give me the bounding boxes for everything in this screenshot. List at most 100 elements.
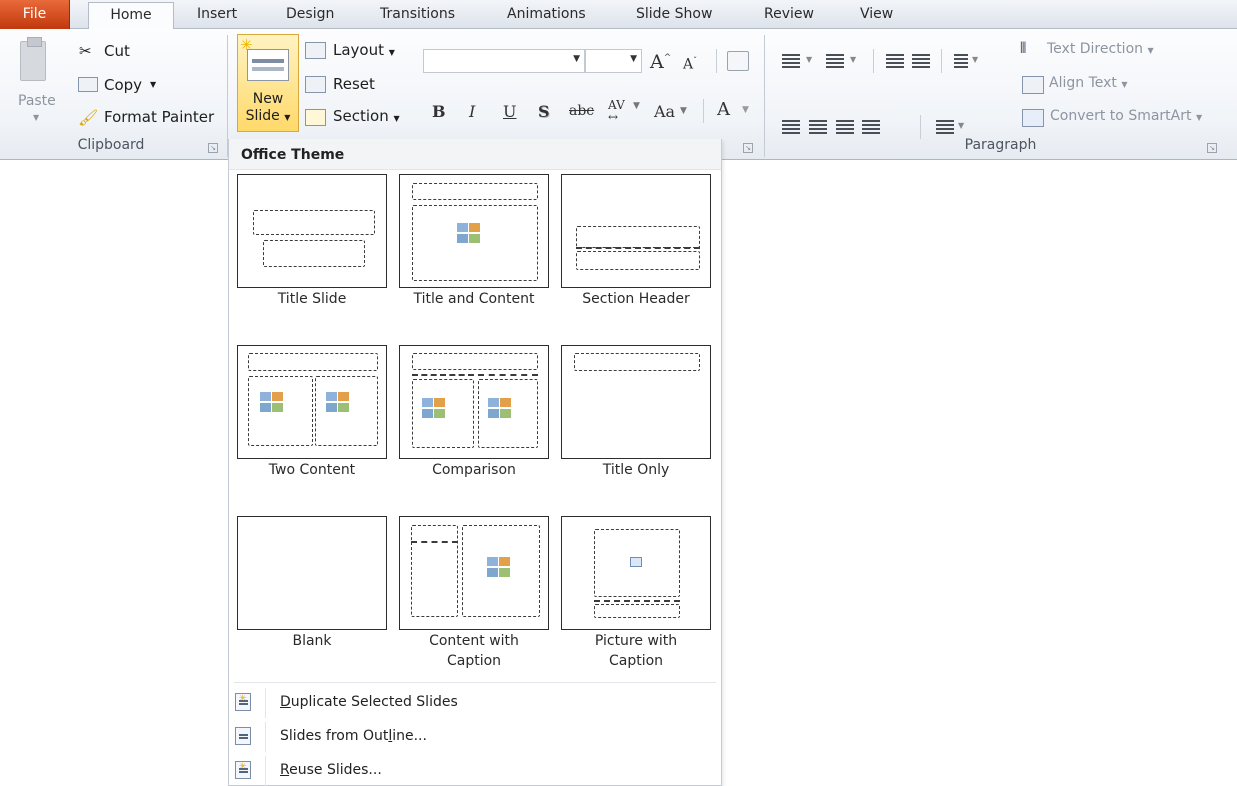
content-placeholder-icon	[326, 392, 352, 414]
layout-button[interactable]: Layout ▼	[333, 41, 395, 59]
shadow-button[interactable]: S	[538, 102, 550, 121]
font-color-dropdown-icon[interactable]: ▼	[742, 105, 749, 115]
increase-indent-icon[interactable]	[912, 54, 930, 68]
chevron-down-icon: ▼	[630, 54, 637, 64]
font-color-button[interactable]: A	[717, 99, 730, 120]
reset-button[interactable]: Reset	[333, 75, 375, 93]
menu-label: Slides from Outline...	[280, 728, 427, 744]
divider	[716, 49, 717, 73]
shrink-font-button[interactable]: Aˇ	[683, 56, 697, 73]
line-spacing-dropdown-icon[interactable]: ▼	[972, 55, 978, 64]
align-center-icon[interactable]	[809, 120, 827, 134]
new-slide-button[interactable]: ✳ New Slide ▼	[237, 34, 299, 132]
layout-thumbnail	[399, 345, 549, 459]
layout-label: Content with	[429, 633, 519, 649]
numbering-icon[interactable]	[826, 54, 844, 68]
new-slide-label-line2: Slide ▼	[245, 108, 291, 124]
menu-divider	[265, 722, 266, 752]
menu-divider	[265, 756, 266, 786]
text-direction-button[interactable]: Text Direction ▼	[1047, 41, 1154, 57]
paste-dropdown-arrow-icon[interactable]: ▼	[33, 113, 39, 122]
decrease-indent-icon[interactable]	[886, 54, 904, 68]
font-name-combo[interactable]: ▼	[423, 49, 585, 73]
menu-separator	[234, 682, 716, 683]
change-case-dropdown-icon[interactable]: ▼	[680, 106, 687, 116]
content-placeholder-icon	[488, 398, 514, 420]
italic-button[interactable]: I	[469, 102, 475, 121]
change-case-button[interactable]: Aa	[654, 102, 675, 121]
reset-icon	[305, 76, 326, 93]
gallery-header: Office Theme	[229, 139, 721, 170]
layout-label: Title Slide	[277, 291, 347, 307]
clipboard-group-label: Clipboard	[77, 137, 145, 153]
new-slide-dropdown: Office Theme Title Slide Title and Conte…	[228, 139, 722, 786]
content-placeholder-icon	[422, 398, 448, 420]
layout-thumbnail	[561, 345, 711, 459]
slides-from-outline-icon	[235, 727, 251, 745]
paste-button[interactable]: Paste	[18, 93, 56, 109]
paste-icon[interactable]	[20, 37, 46, 81]
layout-thumbnail	[399, 174, 549, 288]
menu-divider	[265, 688, 266, 718]
duplicate-selected-slides-item[interactable]: ✳ Duplicate Selected Slides	[229, 688, 721, 718]
grow-font-button[interactable]: A^	[650, 51, 671, 73]
ribbon-tab-bar: File Home Insert Design Transitions Anim…	[0, 0, 1237, 30]
align-text-icon	[1022, 76, 1044, 94]
format-painter-icon: 🖌	[78, 108, 99, 127]
clipboard-launcher-icon[interactable]: ↘	[208, 143, 218, 153]
tab-transitions[interactable]: Transitions	[380, 4, 455, 29]
picture-placeholder-icon	[630, 557, 642, 567]
layout-label: Picture with	[594, 633, 678, 649]
layout-thumbnail	[237, 345, 387, 459]
layout-label: Caption	[446, 653, 502, 669]
tab-file[interactable]: File	[0, 0, 70, 29]
columns-icon[interactable]	[936, 120, 954, 134]
line-spacing-icon[interactable]	[954, 54, 968, 68]
layout-thumbnail	[237, 516, 387, 630]
menu-label: Reuse Slides...	[280, 762, 382, 778]
layout-label: Section Header	[582, 291, 690, 307]
bold-button[interactable]: B	[432, 102, 446, 121]
duplicate-slides-icon: ✳	[235, 693, 251, 711]
underline-button[interactable]: U	[503, 102, 516, 121]
font-launcher-icon[interactable]: ↘	[743, 143, 753, 153]
tab-design[interactable]: Design	[286, 4, 334, 29]
smartart-icon	[1022, 109, 1044, 127]
layout-label: Caption	[608, 653, 664, 669]
tab-view[interactable]: View	[860, 4, 893, 29]
menu-label: Duplicate Selected Slides	[280, 694, 458, 710]
align-text-button[interactable]: Align Text ▼	[1049, 75, 1128, 91]
bullets-icon[interactable]	[782, 54, 800, 68]
tab-animations[interactable]: Animations	[507, 4, 586, 29]
tab-review[interactable]: Review	[764, 4, 814, 29]
align-left-icon[interactable]	[782, 120, 800, 134]
section-button[interactable]: Section ▼	[333, 107, 400, 125]
numbering-dropdown-icon[interactable]: ▼	[850, 55, 856, 64]
paragraph-launcher-icon[interactable]: ↘	[1207, 143, 1217, 153]
section-icon	[305, 109, 326, 126]
tab-home[interactable]: Home	[88, 2, 174, 30]
align-right-icon[interactable]	[836, 120, 854, 134]
tab-insert[interactable]: Insert	[197, 4, 237, 29]
font-size-combo[interactable]: ▼	[585, 49, 642, 73]
cut-button[interactable]: Cut	[104, 42, 130, 60]
new-slide-label-line1: New	[252, 91, 284, 107]
strikethrough-button[interactable]: abc	[569, 103, 594, 119]
clear-formatting-icon[interactable]	[727, 51, 749, 71]
convert-smartart-button[interactable]: Convert to SmartArt ▼	[1050, 108, 1202, 124]
format-painter-button[interactable]: Format Painter	[104, 108, 214, 126]
bullets-dropdown-icon[interactable]: ▼	[806, 55, 812, 64]
divider	[920, 115, 921, 139]
justify-icon[interactable]	[862, 120, 880, 134]
paragraph-group-label: Paragraph	[964, 137, 1037, 153]
text-direction-icon: ⫴	[1020, 39, 1027, 57]
columns-dropdown-icon[interactable]: ▼	[958, 121, 964, 130]
spacing-dropdown-icon[interactable]: ▼	[633, 101, 640, 111]
character-spacing-button[interactable]: AV ↔	[608, 99, 625, 123]
slides-from-outline-item[interactable]: Slides from Outline...	[229, 722, 721, 752]
tab-slide-show[interactable]: Slide Show	[636, 4, 712, 29]
copy-button[interactable]: Copy	[104, 76, 142, 94]
layout-label: Blank	[292, 633, 332, 649]
copy-dropdown-arrow-icon[interactable]: ▼	[150, 80, 156, 89]
reuse-slides-item[interactable]: ✳ Reuse Slides...	[229, 756, 721, 786]
